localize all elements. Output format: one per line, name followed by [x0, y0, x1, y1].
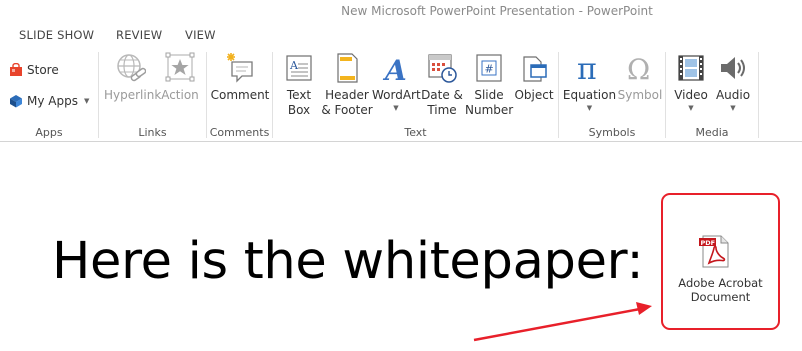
chevron-down-icon[interactable]: ▼ — [670, 104, 712, 112]
object-button[interactable]: Object — [513, 52, 555, 103]
tab-view[interactable]: VIEW — [185, 28, 216, 42]
chevron-down-icon[interactable]: ▼ — [562, 104, 617, 112]
wordart-label: WordArt — [372, 88, 421, 102]
comment-label: Comment — [210, 88, 270, 102]
object-icon — [523, 56, 547, 82]
text-box-icon: A — [286, 55, 312, 81]
pi-icon: π — [577, 52, 597, 84]
date-time-label-line2: Time — [427, 103, 457, 117]
header-footer-label-line1: Header — [325, 88, 369, 102]
group-text: A Text Box Header & Footer A WordArt ▼ D… — [273, 48, 558, 142]
ribbon: Store My Apps ▼ Apps Hyperlink Action Li… — [0, 48, 802, 142]
action-label: Action — [161, 88, 199, 102]
group-label-symbols: Symbols — [588, 126, 636, 139]
my-apps-label: My Apps — [27, 94, 78, 108]
action-button[interactable]: Action — [158, 52, 202, 103]
group-separator — [758, 52, 759, 138]
pdf-file-icon: PDF — [699, 235, 729, 268]
ribbon-tabs: SLIDE SHOW REVIEW VIEW — [0, 24, 802, 48]
tab-review[interactable]: REVIEW — [116, 28, 162, 42]
calendar-clock-icon — [428, 54, 457, 83]
embedded-object-label: Adobe Acrobat Document — [663, 276, 778, 304]
comment-button[interactable]: Comment — [210, 52, 270, 103]
group-comments: Comment Comments — [207, 48, 272, 142]
group-label-media: Media — [695, 126, 729, 139]
slide-body-text[interactable]: Here is the whitepaper: — [52, 232, 644, 291]
svg-text:#: # — [485, 63, 494, 76]
svg-text:π: π — [577, 52, 597, 84]
svg-text:Ω: Ω — [627, 53, 650, 84]
tab-slide-show[interactable]: SLIDE SHOW — [19, 28, 94, 42]
title-bar: New Microsoft PowerPoint Presentation - … — [0, 0, 802, 24]
header-footer-icon — [337, 53, 358, 83]
video-label: Video — [674, 88, 708, 102]
film-strip-icon — [678, 55, 704, 81]
wordart-icon: A — [382, 54, 407, 84]
embedded-pdf-object[interactable]: PDF Adobe Acrobat Document — [661, 193, 780, 330]
object-label: Object — [514, 88, 554, 102]
hyperlink-label: Hyperlink — [104, 88, 162, 102]
my-apps-button[interactable]: My Apps ▼ — [9, 94, 89, 108]
group-label-apps: Apps — [35, 126, 63, 139]
group-label-text: Text — [404, 126, 427, 139]
comment-icon — [227, 53, 253, 83]
text-box-button[interactable]: A Text Box — [278, 52, 320, 118]
svg-text:A: A — [289, 59, 299, 72]
symbol-button[interactable]: Ω Symbol — [617, 52, 663, 103]
group-label-comments: Comments — [209, 126, 270, 139]
slide-number-icon: # — [476, 54, 502, 82]
hyperlink-button[interactable]: Hyperlink — [104, 52, 161, 103]
group-symbols: π Equation ▼ Ω Symbol Symbols — [559, 48, 665, 142]
slide-number-label-line2: Number — [465, 103, 514, 117]
slide-number-button[interactable]: # Slide Number — [465, 52, 513, 118]
slide-number-label-line1: Slide — [474, 88, 504, 102]
speaker-icon — [721, 57, 745, 79]
group-label-links: Links — [138, 126, 167, 139]
audio-button[interactable]: Audio ▼ — [712, 52, 754, 112]
group-links: Hyperlink Action Links — [99, 48, 206, 142]
chevron-down-icon[interactable]: ▼ — [712, 104, 754, 112]
hyperlink-icon — [117, 54, 146, 82]
symbol-label: Symbol — [617, 88, 663, 102]
group-media: Video ▼ Audio ▼ Media — [666, 48, 758, 142]
embedded-object-label-line1: Adobe Acrobat — [678, 276, 763, 290]
action-icon — [165, 52, 195, 82]
header-footer-button[interactable]: Header & Footer — [321, 52, 373, 118]
text-box-label-line2: Box — [287, 103, 311, 117]
date-time-label-line1: Date & — [421, 88, 463, 102]
date-time-button[interactable]: Date & Time — [421, 52, 463, 118]
store-icon — [10, 63, 22, 76]
embedded-object-label-line2: Document — [690, 290, 751, 304]
header-footer-label-line2: & Footer — [321, 103, 373, 117]
pdf-badge-text: PDF — [701, 239, 716, 247]
store-button[interactable]: Store — [9, 63, 59, 77]
chevron-down-icon[interactable]: ▼ — [372, 104, 420, 112]
group-apps: Store My Apps ▼ Apps — [0, 48, 98, 142]
store-label: Store — [27, 63, 59, 77]
svg-text:A: A — [382, 54, 407, 84]
equation-button[interactable]: π Equation ▼ — [562, 52, 617, 112]
chevron-down-icon[interactable]: ▼ — [84, 97, 89, 105]
my-apps-icon — [10, 95, 22, 108]
video-button[interactable]: Video ▼ — [670, 52, 712, 112]
text-box-label-line1: Text — [286, 88, 312, 102]
equation-label: Equation — [562, 88, 617, 102]
wordart-button[interactable]: A WordArt ▼ — [372, 52, 421, 112]
audio-label: Audio — [715, 88, 751, 102]
window-title: New Microsoft PowerPoint Presentation - … — [341, 4, 653, 18]
omega-icon: Ω — [627, 53, 650, 84]
